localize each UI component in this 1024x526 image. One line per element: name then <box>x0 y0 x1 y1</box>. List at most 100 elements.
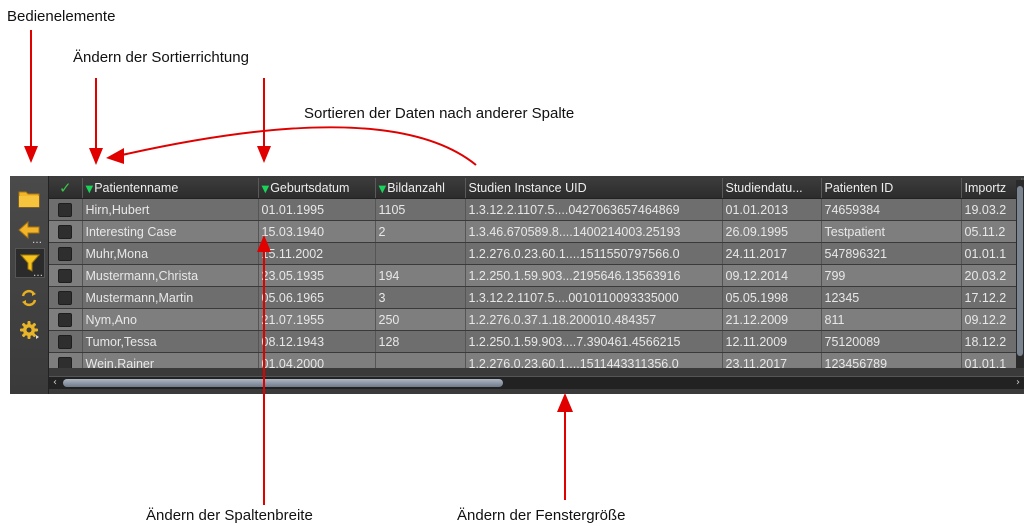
horizontal-scroll-thumb[interactable] <box>63 379 503 387</box>
annotation-column-width: Ändern der Spaltenbreite <box>146 507 313 524</box>
table-cell: Mustermann,Christa <box>82 264 259 287</box>
table-cell: 08.12.1943 <box>258 330 376 353</box>
row-checkbox[interactable] <box>58 290 73 305</box>
row-checkbox[interactable] <box>58 334 73 349</box>
row-checkbox-cell <box>49 198 83 221</box>
table-row[interactable]: Wein,Rainer 01.04.2000 1.2.276.0.23.60.1..… <box>49 352 1022 368</box>
filter-button[interactable]: … <box>15 248 45 279</box>
table-row[interactable]: Tumor,Tessa 08.12.1943 128 1.2.250.1.59.903… <box>49 330 1022 353</box>
column-header-label: Geburtsdatum <box>270 181 350 195</box>
sort-arrow-icon[interactable]: ▼ <box>86 184 94 195</box>
table-cell: 547896321 <box>821 242 962 265</box>
scroll-right-icon[interactable]: › <box>1012 377 1024 389</box>
table-cell: 26.09.1995 <box>722 220 822 243</box>
column-header-label: Patienten ID <box>824 181 894 195</box>
annotation-sort-direction: Ändern der Sortierrichtung <box>73 49 249 66</box>
sort-arrow-icon[interactable]: ▼ <box>262 184 270 195</box>
table-cell: 1.3.12.2.1107.5....0010110093335000 <box>465 286 723 309</box>
patient-table-container: ✓ ▼Patientenname ▼Geburtsdatum ▼Bildanza… <box>49 178 1024 368</box>
column-header-label: Patientenname <box>94 181 179 195</box>
vertical-scrollbar[interactable] <box>1016 180 1024 368</box>
column-header-patientenname[interactable]: ▼Patientenname <box>82 178 259 199</box>
row-checkbox[interactable] <box>58 202 73 217</box>
table-cell: 01.01.2013 <box>722 198 822 221</box>
vertical-scroll-thumb[interactable] <box>1017 186 1023 356</box>
table-row[interactable]: Muhr,Mona 15.11.2002 1.2.276.0.23.60.1....… <box>49 242 1022 265</box>
arrow-curve <box>121 126 477 166</box>
toolbar: … … <box>10 176 49 394</box>
table-cell: 12.11.2009 <box>722 330 822 353</box>
table-cell <box>375 352 466 368</box>
table-cell: 01.04.2000 <box>258 352 376 368</box>
table-cell: Wein,Rainer <box>82 352 259 368</box>
table-cell: 09.12.2 <box>961 308 1022 331</box>
table-cell: Interesting Case <box>82 220 259 243</box>
arrowhead <box>24 146 38 163</box>
column-header-importzeit[interactable]: Importz <box>961 178 1022 199</box>
column-header-studien-instance-uid[interactable]: Studien Instance UID <box>465 178 723 199</box>
row-checkbox-cell <box>49 264 83 287</box>
column-header-studiendatum[interactable]: Studiendatu... <box>722 178 822 199</box>
row-checkbox-cell <box>49 220 83 243</box>
table-cell: 20.03.2 <box>961 264 1022 287</box>
table-cell: 1.3.46.670589.8....1400214003.25193 <box>465 220 723 243</box>
table-cell: 18.12.2 <box>961 330 1022 353</box>
table-cell: 1.2.276.0.37.1.18.200010.484357 <box>465 308 723 331</box>
refresh-button[interactable] <box>15 284 43 312</box>
sort-arrow-icon[interactable]: ▼ <box>379 184 387 195</box>
table-cell: 23.11.2017 <box>722 352 822 368</box>
table-row[interactable]: Nym,Ano 21.07.1955 250 1.2.276.0.37.1.18.20… <box>49 308 1022 331</box>
select-all-header[interactable]: ✓ <box>49 178 83 199</box>
arrowhead <box>89 148 103 165</box>
row-checkbox-cell <box>49 286 83 309</box>
table-cell: 194 <box>375 264 466 287</box>
settings-icon <box>20 321 39 339</box>
refresh-icon <box>21 289 37 307</box>
row-checkbox[interactable] <box>58 268 73 283</box>
table-cell: 15.03.1940 <box>258 220 376 243</box>
row-checkbox[interactable] <box>58 224 73 239</box>
table-cell: 128 <box>375 330 466 353</box>
row-checkbox[interactable] <box>58 246 73 261</box>
horizontal-scrollbar[interactable]: ‹ › <box>49 376 1024 389</box>
table-cell: Hirn,Hubert <box>82 198 259 221</box>
row-checkbox-cell <box>49 352 83 368</box>
table-cell: 01.01.1 <box>961 242 1022 265</box>
table-cell: Nym,Ano <box>82 308 259 331</box>
table-cell: 05.11.2 <box>961 220 1022 243</box>
column-header-label: Importz <box>964 181 1007 195</box>
table-cell: 12345 <box>821 286 962 309</box>
row-checkbox-cell <box>49 308 83 331</box>
table-cell: 17.12.2 <box>961 286 1022 309</box>
back-button[interactable]: … <box>15 216 43 246</box>
table-cell: 1.3.12.2.1107.5....0427063657464869 <box>465 198 723 221</box>
column-header-patienten-id[interactable]: Patienten ID <box>821 178 962 199</box>
column-header-geburtsdatum[interactable]: ▼Geburtsdatum <box>258 178 376 199</box>
table-body: Hirn,Hubert 01.01.1995 1105 1.3.12.2.1107.5… <box>49 198 1022 368</box>
table-row[interactable]: Hirn,Hubert 01.01.1995 1105 1.3.12.2.1107.5… <box>49 198 1022 221</box>
table-row[interactable]: Interesting Case 15.03.1940 2 1.3.46.670589… <box>49 220 1022 243</box>
table-row[interactable]: Mustermann,Martin 05.06.1965 3 1.3.12.2.110… <box>49 286 1022 309</box>
table-header-row: ✓ ▼Patientenname ▼Geburtsdatum ▼Bildanza… <box>49 178 1022 199</box>
table-cell: 811 <box>821 308 962 331</box>
table-cell: 799 <box>821 264 962 287</box>
table-row[interactable]: Mustermann,Christa 23.05.1935 194 1.2.250.1… <box>49 264 1022 287</box>
arrowhead <box>557 393 573 412</box>
column-header-bildanzahl[interactable]: ▼Bildanzahl <box>375 178 466 199</box>
folder-icon <box>18 191 40 208</box>
row-checkbox[interactable] <box>58 356 73 368</box>
row-checkbox-cell <box>49 330 83 353</box>
table-cell: 75120089 <box>821 330 962 353</box>
table-cell: Tumor,Tessa <box>82 330 259 353</box>
table-cell: 05.05.1998 <box>722 286 822 309</box>
arrowhead <box>257 146 271 163</box>
scroll-left-icon[interactable]: ‹ <box>49 377 61 389</box>
table-cell: 01.01.1 <box>961 352 1022 368</box>
open-folder-button[interactable] <box>15 184 43 212</box>
table-cell: 19.03.2 <box>961 198 1022 221</box>
table-cell: 250 <box>375 308 466 331</box>
patient-list-window: … … ✓ ▼Patientenname ▼Geburtsdatum ▼Bild… <box>10 176 1024 394</box>
arrowhead <box>106 148 124 164</box>
settings-button[interactable] <box>15 316 43 344</box>
row-checkbox[interactable] <box>58 312 73 327</box>
